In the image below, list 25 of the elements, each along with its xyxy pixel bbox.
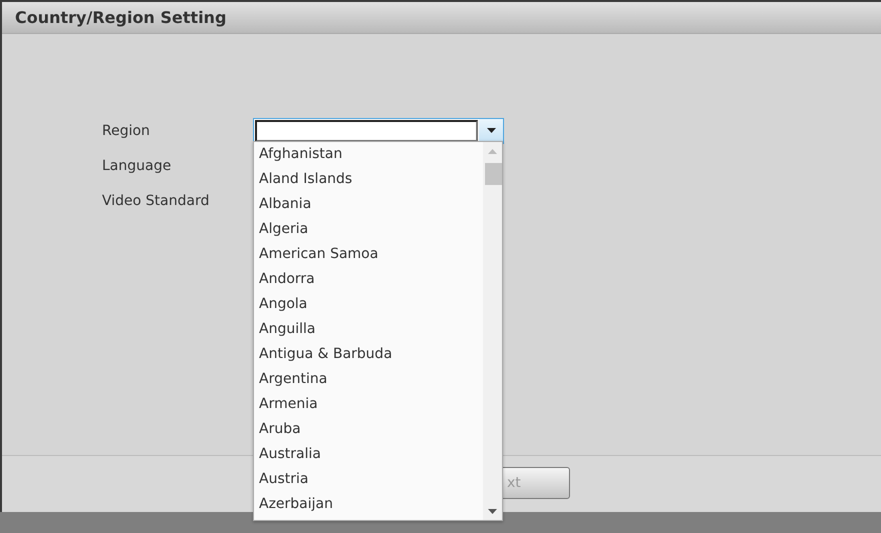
dropdown-option[interactable]: Aruba — [254, 417, 483, 442]
field-label: Language — [102, 158, 172, 174]
dropdown-option[interactable]: Albania — [254, 192, 483, 217]
dropdown-option[interactable]: Argentina — [254, 367, 483, 392]
dropdown-option[interactable]: Anguilla — [254, 317, 483, 342]
field-label: Region — [102, 122, 151, 138]
dropdown-option[interactable]: Aland Islands — [254, 167, 483, 192]
dropdown-option[interactable]: American Samoa — [254, 242, 483, 267]
dropdown-option[interactable]: Antigua & Barbuda — [254, 342, 483, 367]
window-title: Country/Region Setting — [15, 8, 226, 27]
dropdown-option[interactable]: Armenia — [254, 392, 483, 417]
dropdown-option[interactable]: Austria — [254, 467, 483, 492]
caret-icon — [486, 128, 496, 133]
scrollbar[interactable] — [483, 142, 502, 520]
dropdown-option[interactable]: Angola — [254, 292, 483, 317]
field-label: Video Standard — [102, 192, 210, 208]
scrollbar-thumb[interactable] — [485, 163, 502, 185]
dropdown-option[interactable]: Australia — [254, 442, 483, 467]
dropdown-option[interactable]: Algeria — [254, 217, 483, 242]
scroll-up-icon[interactable] — [488, 149, 497, 154]
dropdown-option[interactable]: Andorra — [254, 267, 483, 292]
dropdown-option[interactable]: Afghanistan — [254, 142, 483, 167]
dropdown-option[interactable]: Azerbaijan — [254, 492, 483, 517]
scroll-down-icon[interactable] — [488, 509, 497, 514]
region-dropdown[interactable] — [253, 118, 504, 144]
